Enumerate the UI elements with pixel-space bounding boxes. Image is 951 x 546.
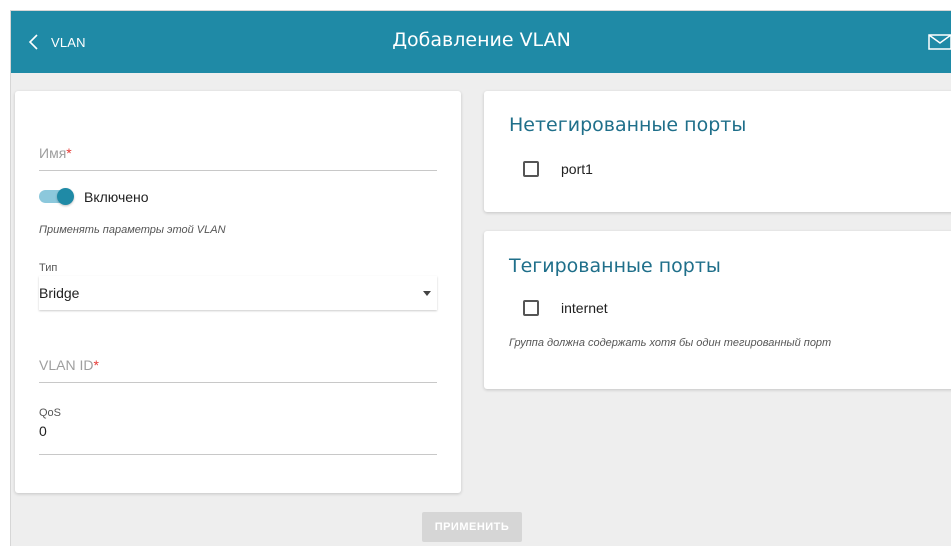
vlan-settings-card: Имя* Включено Применять параметры этой V… (15, 91, 461, 493)
qos-field[interactable]: QoS 0 (39, 407, 437, 455)
untagged-ports-title: Нетегированные порты (509, 114, 747, 136)
qos-underline (39, 454, 437, 455)
vlan-id-underline (39, 382, 437, 383)
port-label: port1 (561, 161, 593, 177)
port-checkbox-row[interactable]: port1 (523, 161, 593, 177)
enabled-toggle[interactable] (39, 188, 74, 205)
port-label: internet (561, 300, 608, 316)
vlan-id-field[interactable]: VLAN ID* (39, 357, 437, 383)
type-label: Тип (39, 262, 58, 274)
checkbox-icon[interactable] (523, 161, 539, 177)
page-title: Добавление VLAN (392, 29, 571, 51)
type-value: Bridge (39, 285, 80, 301)
dropdown-arrow-icon (423, 291, 431, 296)
vlan-id-placeholder: VLAN ID* (39, 357, 99, 373)
name-placeholder: Имя* (39, 145, 72, 161)
qos-value: 0 (39, 423, 47, 439)
tagged-ports-title: Тегированные порты (509, 255, 721, 277)
header-bar: VLAN Добавление VLAN (11, 11, 951, 73)
app-frame: VLAN Добавление VLAN Имя* Включено Приме… (10, 10, 951, 546)
enabled-label: Включено (84, 189, 149, 205)
port-checkbox-row[interactable]: internet (523, 300, 608, 316)
apply-button[interactable]: ПРИМЕНИТЬ (422, 512, 522, 542)
type-select[interactable]: Bridge (39, 276, 437, 310)
toggle-knob (57, 188, 74, 205)
type-field: Тип Bridge (39, 262, 437, 312)
tagged-ports-card: Тегированные порты internet Группа должн… (484, 231, 951, 389)
qos-label: QoS (39, 407, 62, 419)
checkbox-icon[interactable] (523, 300, 539, 316)
untagged-ports-card: Нетегированные порты port1 (484, 91, 951, 212)
name-field[interactable]: Имя* (39, 145, 437, 171)
name-underline (39, 170, 437, 171)
mail-icon[interactable] (928, 33, 951, 51)
enabled-hint: Применять параметры этой VLAN (39, 224, 226, 236)
tagged-ports-hint: Группа должна содержать хотя бы один тег… (509, 337, 832, 349)
